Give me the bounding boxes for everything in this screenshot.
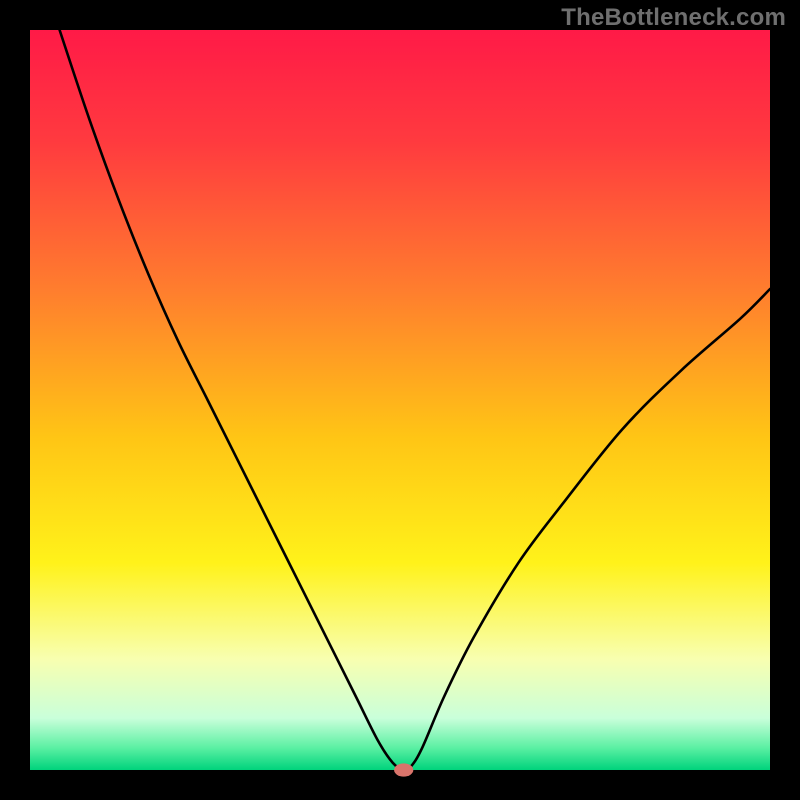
optimum-marker (394, 763, 413, 776)
chart-root: TheBottleneck.com (0, 0, 800, 800)
plot-background (30, 30, 770, 770)
bottleneck-chart (0, 0, 800, 800)
